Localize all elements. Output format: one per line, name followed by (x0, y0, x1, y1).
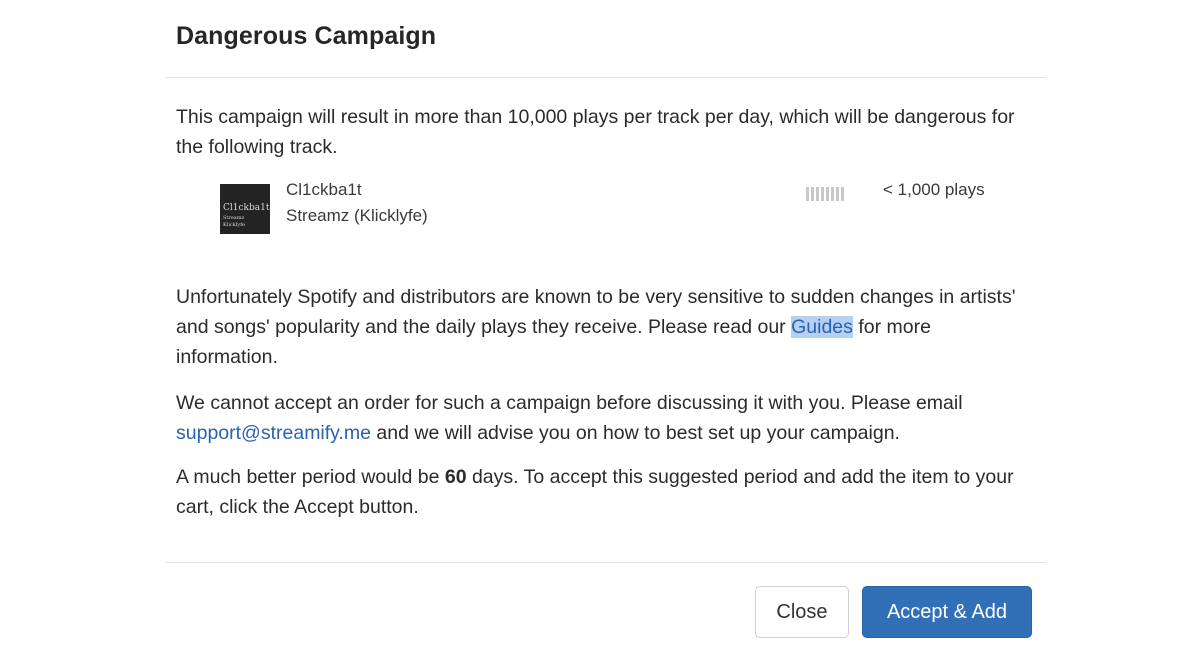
popularity-bar (816, 187, 819, 201)
modal-footer: Close Accept & Add (166, 562, 1046, 658)
modal-body: This campaign will result in more than 1… (166, 78, 1046, 522)
track-cover-art: Cl1ckba1t Streamz Klicklyfe (220, 184, 270, 234)
suggestion-text: A much better period would be 60 days. T… (176, 462, 1036, 522)
accept-add-button[interactable]: Accept & Add (862, 586, 1032, 638)
suggestion-text-start: A much better period would be (176, 466, 445, 488)
cover-title-text: Cl1ckba1t (223, 203, 270, 213)
modal-title: Dangerous Campaign (176, 22, 437, 50)
cover-artist-text: Streamz (223, 215, 245, 221)
track-title: Cl1ckba1t (286, 180, 362, 199)
guides-link[interactable]: Guides (791, 316, 853, 338)
suggested-days: 60 (444, 466, 467, 488)
cover-label-text: Klicklyfe (223, 222, 245, 228)
popularity-bar (821, 187, 824, 201)
support-email-link[interactable]: support@streamify.me (176, 422, 371, 444)
contact-notice: We cannot accept an order for such a cam… (176, 388, 1036, 448)
modal-header: Dangerous Campaign (166, 0, 1046, 78)
contact-text-end: and we will advise you on how to best se… (371, 422, 900, 444)
plays-count: < 1,000 plays (883, 180, 985, 199)
popularity-bar (836, 187, 839, 201)
popularity-bars-icon (806, 187, 844, 201)
contact-text-start: We cannot accept an order for such a cam… (176, 392, 963, 414)
track-row: Cl1ckba1t Streamz Klicklyfe Cl1ckba1t St… (220, 180, 1036, 234)
track-artist: Streamz (Klicklyfe) (286, 206, 428, 225)
popularity-bar (826, 187, 829, 201)
popularity-bar (811, 187, 814, 201)
dangerous-campaign-modal: Dangerous Campaign This campaign will re… (166, 0, 1046, 658)
popularity-bar (841, 187, 844, 201)
intro-text: This campaign will result in more than 1… (176, 106, 1015, 158)
popularity-bar (806, 187, 809, 201)
close-button[interactable]: Close (755, 586, 849, 638)
sensitivity-warning: Unfortunately Spotify and distributors a… (176, 282, 1036, 372)
popularity-bar (831, 187, 834, 201)
